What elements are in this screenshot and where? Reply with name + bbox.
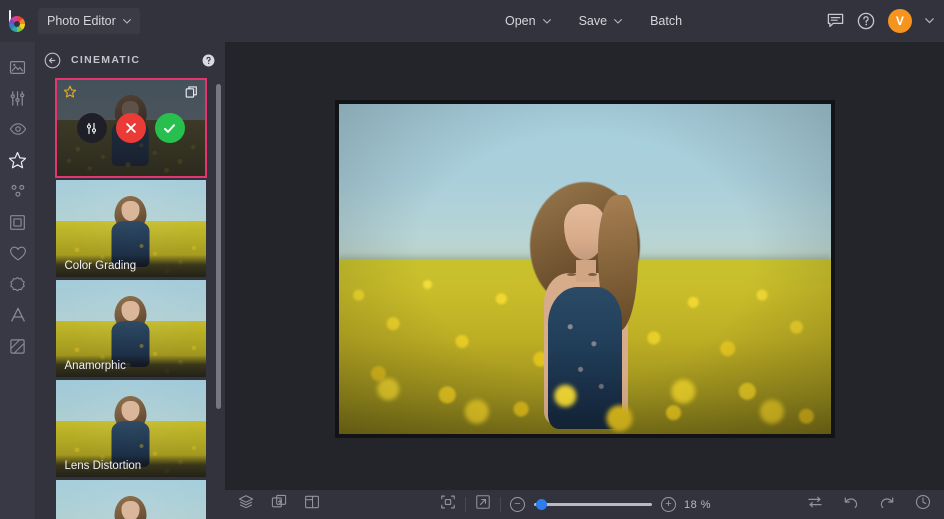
eye-icon bbox=[9, 120, 27, 138]
preset-panel-title: CINEMATIC bbox=[71, 54, 192, 66]
chevron-down-icon bbox=[543, 19, 551, 24]
preset-panel-header: CINEMATIC bbox=[36, 42, 225, 78]
color-wheel-logo-icon bbox=[7, 10, 29, 32]
zoom-slider[interactable] bbox=[534, 498, 652, 512]
rail-item-preview[interactable] bbox=[3, 118, 33, 140]
split-view-icon[interactable] bbox=[304, 494, 320, 515]
rail-item-texture[interactable] bbox=[3, 335, 33, 357]
particles-icon bbox=[9, 182, 27, 200]
zoom-slider-track bbox=[534, 503, 652, 506]
compare-before-after-icon[interactable] bbox=[271, 494, 287, 515]
top-bar: Photo Editor Open Save Batch bbox=[0, 0, 944, 42]
undo-icon[interactable] bbox=[843, 495, 859, 515]
preset-list[interactable]: Color Grading Anamorphic bbox=[36, 78, 225, 519]
rail-item-stickers[interactable] bbox=[3, 273, 33, 295]
rail-item-adjust[interactable] bbox=[3, 87, 33, 109]
toolbar-divider bbox=[465, 497, 466, 512]
chat-bubble-icon[interactable] bbox=[827, 13, 844, 29]
badge-sticker-icon bbox=[9, 276, 26, 293]
back-arrow-icon[interactable] bbox=[43, 51, 61, 69]
image-canvas[interactable] bbox=[225, 42, 944, 490]
preset-label: Anamorphic bbox=[56, 355, 206, 377]
rail-item-image[interactable] bbox=[3, 56, 33, 78]
history-clock-icon[interactable] bbox=[915, 494, 931, 515]
avatar-chevron-down-icon[interactable] bbox=[925, 18, 934, 24]
rail-item-text[interactable] bbox=[3, 304, 33, 326]
tool-rail bbox=[0, 42, 36, 519]
checkmark-icon bbox=[162, 121, 177, 136]
photo-editor-window: Photo Editor Open Save Batch bbox=[0, 0, 944, 519]
preset-item-selected[interactable] bbox=[55, 78, 207, 178]
rail-item-particles[interactable] bbox=[3, 180, 33, 202]
expand-fullscreen-icon[interactable] bbox=[475, 494, 491, 515]
toolbar-divider bbox=[500, 497, 501, 512]
preset-action-buttons bbox=[57, 80, 205, 176]
chevron-down-icon bbox=[614, 19, 622, 24]
chevron-down-icon bbox=[123, 19, 131, 24]
rail-item-favorites[interactable] bbox=[3, 242, 33, 264]
save-button[interactable]: Save bbox=[569, 8, 633, 34]
preset-item[interactable]: Color Grading bbox=[56, 180, 206, 277]
app-menu-label: Photo Editor bbox=[47, 14, 116, 28]
rail-item-effects[interactable] bbox=[3, 149, 33, 171]
preset-label: Color Grading bbox=[56, 255, 206, 277]
preset-item[interactable] bbox=[56, 480, 206, 519]
layers-icon[interactable] bbox=[238, 494, 254, 515]
edited-photo bbox=[339, 104, 831, 434]
rail-item-frame[interactable] bbox=[3, 211, 33, 233]
user-avatar[interactable]: V bbox=[888, 9, 912, 33]
open-button-label: Open bbox=[505, 14, 536, 28]
photo-frame bbox=[335, 100, 835, 438]
frame-icon bbox=[9, 214, 26, 231]
app-logo[interactable] bbox=[0, 0, 36, 42]
reset-swap-icon[interactable] bbox=[807, 495, 823, 514]
top-bar-actions: Open Save Batch bbox=[495, 0, 692, 42]
zoom-out-button[interactable]: − bbox=[510, 497, 525, 512]
preset-item[interactable]: Lens Distortion bbox=[56, 380, 206, 477]
zoom-slider-handle[interactable] bbox=[536, 499, 547, 510]
close-icon bbox=[124, 121, 138, 135]
save-button-label: Save bbox=[579, 14, 608, 28]
app-menu-photo-editor[interactable]: Photo Editor bbox=[38, 8, 140, 34]
bottom-toolbar: − + 18 % bbox=[225, 490, 944, 519]
star-effects-icon bbox=[8, 151, 27, 170]
zoom-controls: − + 18 % bbox=[440, 494, 711, 515]
zoom-in-button[interactable]: + bbox=[661, 497, 676, 512]
adjust-sliders-icon bbox=[9, 90, 26, 107]
zoom-level-value: 18 % bbox=[684, 499, 711, 511]
help-circle-icon[interactable] bbox=[202, 54, 215, 67]
bottom-right-tools bbox=[807, 494, 931, 515]
settings-sliders-icon bbox=[84, 121, 99, 136]
batch-button[interactable]: Batch bbox=[640, 8, 692, 34]
redo-icon[interactable] bbox=[879, 495, 895, 515]
batch-button-label: Batch bbox=[650, 14, 682, 28]
open-button[interactable]: Open bbox=[495, 8, 561, 34]
bottom-left-tools bbox=[225, 494, 320, 515]
help-circle-icon[interactable] bbox=[857, 12, 875, 30]
preset-label: Lens Distortion bbox=[56, 455, 206, 477]
preset-panel: CINEMATIC bbox=[36, 42, 225, 519]
preset-panel-scrollbar[interactable] bbox=[216, 84, 221, 409]
heart-icon bbox=[9, 245, 27, 262]
texture-icon bbox=[9, 338, 26, 355]
fit-to-screen-icon[interactable] bbox=[440, 494, 456, 515]
preset-cancel-button[interactable] bbox=[116, 113, 146, 143]
top-bar-utilities: V bbox=[827, 0, 934, 42]
preset-thumbnail bbox=[56, 480, 206, 519]
image-icon bbox=[9, 59, 26, 76]
preset-item[interactable]: Anamorphic bbox=[56, 280, 206, 377]
preset-settings-button[interactable] bbox=[77, 113, 107, 143]
preset-apply-button[interactable] bbox=[155, 113, 185, 143]
text-icon bbox=[9, 306, 27, 324]
